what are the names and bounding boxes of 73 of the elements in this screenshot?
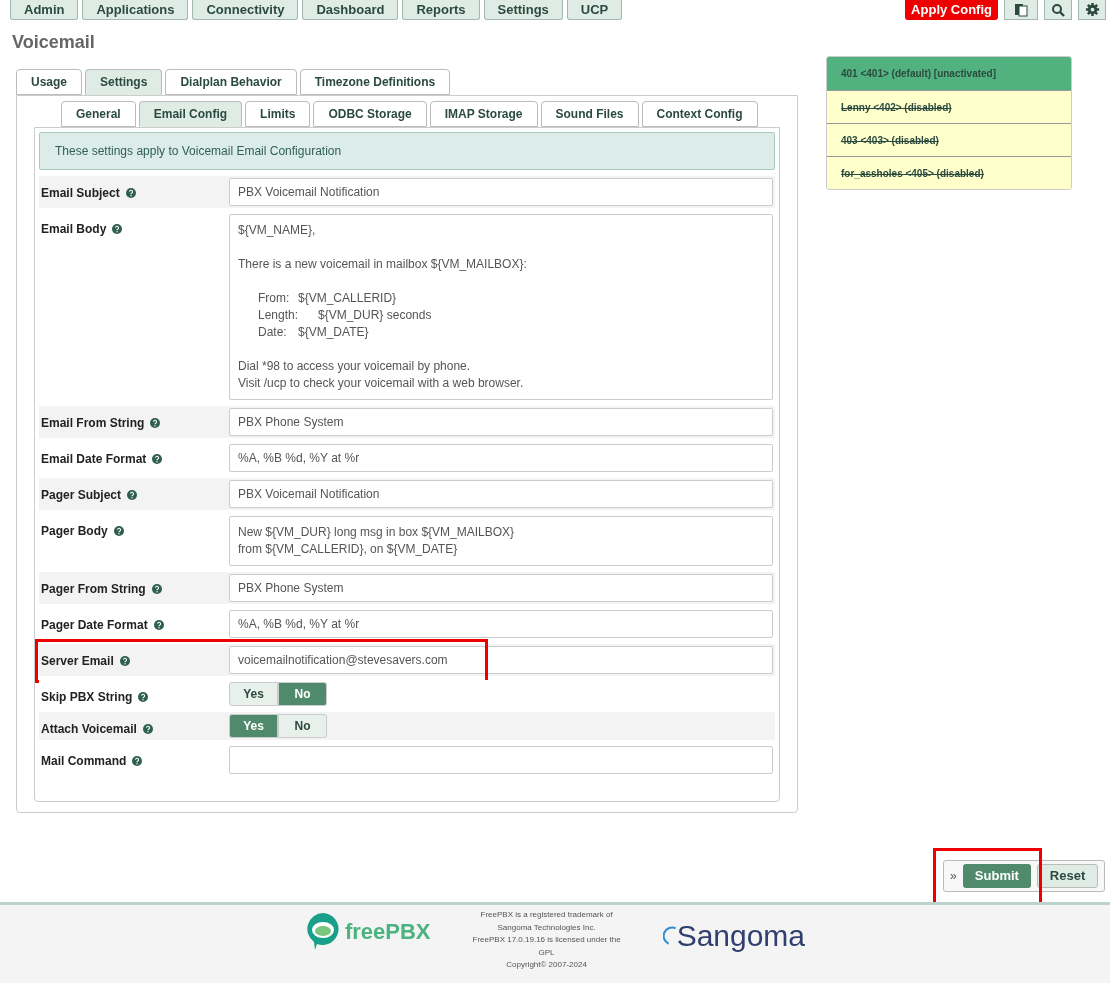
text-field[interactable] xyxy=(229,746,773,774)
text-field[interactable]: PBX Voicemail Notification xyxy=(229,480,773,508)
nav-menu-button[interactable]: Admin xyxy=(10,0,79,20)
nav-menu-button[interactable]: Dashboard xyxy=(302,0,399,20)
tab[interactable]: Settings xyxy=(85,69,163,95)
search-icon[interactable] xyxy=(1044,0,1072,20)
reset-button[interactable]: Reset xyxy=(1037,864,1098,888)
text-field[interactable]: %A, %B %d, %Y at %r xyxy=(229,444,773,472)
apply-config-button[interactable]: Apply Config xyxy=(905,0,998,20)
footer-text: GPL xyxy=(538,946,555,959)
text-field[interactable]: voicemailnotification@stevesavers.com xyxy=(229,646,773,674)
nav-menu-button[interactable]: UCP xyxy=(566,0,623,20)
page-title: Voicemail xyxy=(11,31,96,54)
frog-logo-icon xyxy=(304,911,341,951)
help-icon[interactable] xyxy=(112,224,123,234)
nav-menu-button[interactable]: Settings xyxy=(483,0,563,20)
help-icon[interactable] xyxy=(150,418,161,428)
field-label: Email From String xyxy=(41,415,145,432)
nav-menu-button[interactable]: Connectivity xyxy=(192,0,299,20)
help-icon[interactable] xyxy=(152,454,163,464)
brand-name: freePBX xyxy=(344,917,431,946)
field-label: Email Body xyxy=(41,221,107,238)
text-field[interactable]: %A, %B %d, %Y at %r xyxy=(229,610,773,638)
footer-text: FreePBX 17.0.19.16 is licensed under the xyxy=(472,934,621,946)
tab[interactable]: ODBC Storage xyxy=(313,101,427,127)
help-icon[interactable] xyxy=(127,490,138,500)
footer-text: FreePBX is a registered trademark of xyxy=(480,909,613,921)
help-icon[interactable] xyxy=(125,188,136,198)
nav-menu-button[interactable]: Applications xyxy=(82,0,189,20)
field-label: Pager From String xyxy=(41,581,146,598)
help-icon[interactable] xyxy=(113,526,124,536)
tab[interactable]: Dialplan Behavior xyxy=(165,69,297,95)
info-banner: These settings apply to Voicemail Email Configuration xyxy=(39,132,775,170)
tab[interactable]: Sound Files xyxy=(540,101,639,127)
toggle-option[interactable]: Yes xyxy=(229,682,278,706)
help-icon[interactable] xyxy=(138,692,149,702)
text-field[interactable]: PBX Phone System xyxy=(229,408,773,436)
tab[interactable]: General xyxy=(61,101,136,127)
field-label: Attach Voicemail xyxy=(41,721,137,738)
footer-text: Copyright© 2007-2024 xyxy=(506,959,587,971)
toggle-option[interactable]: Yes xyxy=(229,714,278,738)
tab[interactable]: Context Config xyxy=(641,101,758,127)
help-icon[interactable] xyxy=(151,584,162,594)
tab[interactable]: Email Config xyxy=(138,101,243,127)
field-label: Server Email xyxy=(41,653,114,670)
nav-menu-button[interactable]: Reports xyxy=(402,0,480,20)
field-label: Mail Command xyxy=(41,753,127,770)
brand-name: Sangoma xyxy=(676,918,806,954)
field-label: Skip PBX String xyxy=(41,689,133,706)
tab[interactable]: Timezone Definitions xyxy=(299,69,451,95)
settings-icon[interactable] xyxy=(1078,0,1106,20)
help-icon[interactable] xyxy=(142,724,153,734)
footer-text: Sangoma Technologies Inc. xyxy=(497,921,596,934)
mailbox-item[interactable]: 401 <401> (default) [unactivated] xyxy=(827,57,1071,90)
submit-button[interactable]: Submit xyxy=(962,864,1032,888)
field-label: Email Date Format xyxy=(41,451,147,468)
help-icon[interactable] xyxy=(153,620,164,630)
textarea-field[interactable]: ${VM_NAME}, There is a new voicemail in mailbox ${VM_MAILBOX}: From: ${VM_CALLERID} Length: ${VM_DUR} seconds Date: ${VM_DATE} Dial *98 to access your voicemail by phone. Visit /ucp to check your voicemail with a web browser. xyxy=(229,214,773,400)
toggle-option[interactable]: No xyxy=(278,682,327,706)
expand-toggle[interactable]: » xyxy=(950,867,957,885)
field-label: Email Subject xyxy=(41,185,120,202)
help-icon[interactable] xyxy=(119,656,130,666)
tab[interactable]: Usage xyxy=(16,69,83,95)
field-label: Pager Date Format xyxy=(41,617,148,634)
textarea-field[interactable]: New ${VM_DUR} long msg in box ${VM_MAILBOX} from ${VM_CALLERID}, on ${VM_DATE} xyxy=(229,516,773,566)
toggle-option[interactable]: No xyxy=(278,714,327,738)
tab[interactable]: Limits xyxy=(245,101,311,127)
field-label: Pager Subject xyxy=(41,487,122,504)
text-field[interactable]: PBX Phone System xyxy=(229,574,773,602)
help-icon[interactable] xyxy=(132,756,143,766)
text-field[interactable]: PBX Voicemail Notification xyxy=(229,178,773,206)
tab[interactable]: IMAP Storage xyxy=(429,101,538,127)
field-label: Pager Body xyxy=(41,523,108,540)
